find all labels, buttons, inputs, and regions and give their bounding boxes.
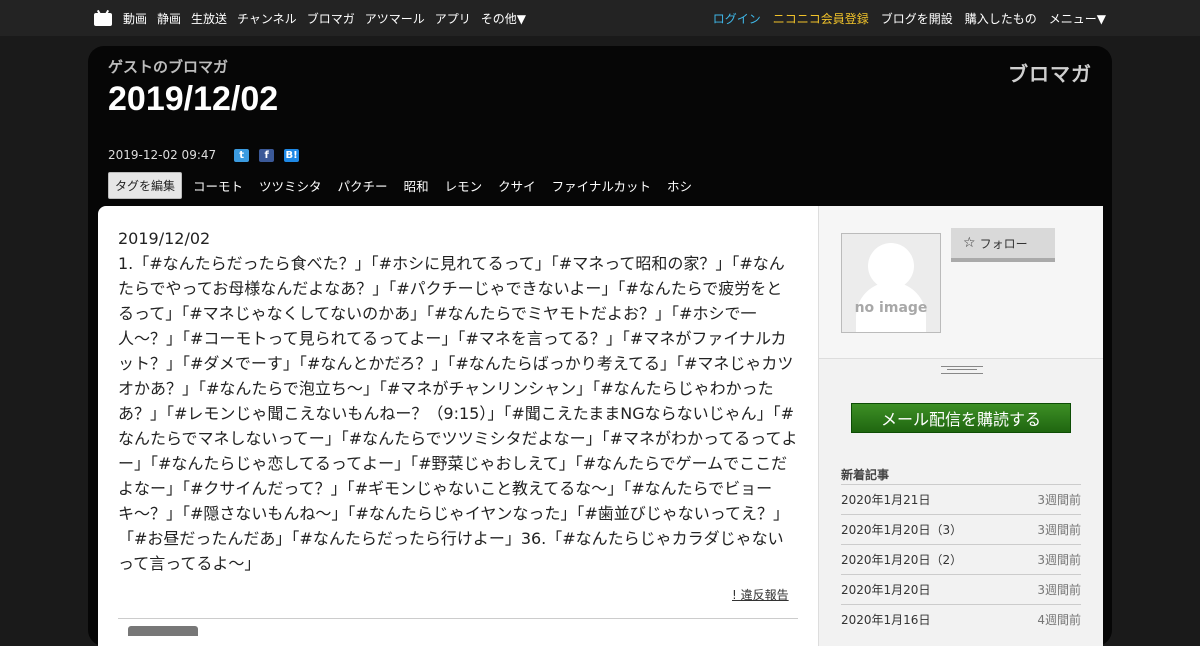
register-link[interactable]: ニコニコ会員登録 [773, 10, 869, 27]
login-link[interactable]: ログイン [713, 10, 761, 27]
recent-time: 3週間前 [1037, 523, 1081, 537]
nav-other-dropdown[interactable]: その他▼ [481, 10, 526, 27]
article-text: 1.「#なんたらだったら食べた？」「#ホシに見れてるって」「#マネって昭和の家？… [118, 254, 798, 573]
recent-title[interactable]: 2020年1月16日 [841, 611, 930, 628]
tag-link[interactable]: ホシ [667, 176, 692, 195]
nav-right: ログイン ニコニコ会員登録 ブログを開設 購入したもの メニュー▼ [701, 10, 1106, 27]
article-content: 2019/12/02 1.「#なんたらだったら食べた？」「#ホシに見れてるって」… [98, 206, 818, 646]
nav-app[interactable]: アプリ [435, 10, 471, 27]
recent-title[interactable]: 2020年1月21日 [841, 491, 930, 508]
follow-label: フォロー [979, 236, 1028, 251]
recent-title[interactable]: 2020年1月20日（3） [841, 521, 962, 538]
follow-button[interactable]: ☆ フォロー [951, 228, 1055, 262]
subscribe-button[interactable]: メール配信を購読する [851, 403, 1071, 433]
nav-seiga[interactable]: 静画 [157, 10, 181, 27]
list-item[interactable]: 2020年1月21日 3週間前 [841, 484, 1081, 514]
nav-live[interactable]: 生放送 [191, 10, 227, 27]
blomaga-logo[interactable]: ブロマガ [1008, 58, 1092, 87]
nav-blomaga[interactable]: ブロマガ [307, 10, 355, 27]
recent-time: 3週間前 [1037, 553, 1081, 567]
recent-articles-list: 2020年1月21日 3週間前 2020年1月20日（3） 3週間前 2020年… [841, 484, 1081, 634]
purchased-link[interactable]: 購入したもの [965, 10, 1037, 27]
tag-link[interactable]: コーモト [193, 176, 243, 195]
tag-link[interactable]: ツツミシタ [259, 176, 322, 195]
recent-time: 3週間前 [1037, 493, 1081, 507]
menu-dropdown[interactable]: メニュー▼ [1049, 10, 1106, 27]
recent-time: 4週間前 [1037, 613, 1081, 627]
footer-button[interactable] [128, 626, 198, 636]
recent-time: 3週間前 [1037, 583, 1081, 597]
tag-bar: タグを編集 コーモト ツツミシタ パクチー 昭和 レモン クサイ ファイナルカッ… [108, 172, 708, 199]
article-date-line: 2019/12/02 [118, 229, 211, 248]
open-blog-link[interactable]: ブログを開設 [881, 10, 953, 27]
avatar-head-icon [868, 243, 914, 289]
nav-atsumaru[interactable]: アツマール [365, 10, 425, 27]
recent-title[interactable]: 2020年1月20日 [841, 581, 930, 598]
blog-name[interactable]: ゲストのブロマガ [108, 56, 228, 77]
article-title: 2019/12/02 [108, 80, 279, 118]
article-meta: 2019-12-02 09:47 t f B! [108, 148, 309, 162]
nav-left: 動画 静画 生放送 チャンネル ブロマガ アツマール アプリ その他▼ [123, 10, 536, 27]
tag-link[interactable]: クサイ [498, 176, 536, 195]
edit-tags-button[interactable]: タグを編集 [108, 172, 183, 199]
nav-channel[interactable]: チャンネル [237, 10, 297, 27]
post-datetime: 2019-12-02 09:47 [108, 148, 217, 162]
facebook-icon[interactable]: f [259, 148, 275, 162]
hatena-bookmark-icon[interactable]: B! [284, 148, 300, 162]
no-image-label: no image [854, 300, 928, 316]
article-body: 2019/12/02 1.「#なんたらだったら食べた？」「#ホシに見れてるって」… [118, 226, 798, 576]
resize-grip-icon[interactable] [941, 366, 983, 374]
list-item[interactable]: 2020年1月20日（2） 3週間前 [841, 544, 1081, 574]
list-item[interactable]: 2020年1月20日（3） 3週間前 [841, 514, 1081, 544]
sidebar: no image ☆ フォロー メール配信を購読する 新着記事 2020年1月2… [818, 206, 1103, 646]
star-icon: ☆ [963, 235, 976, 251]
twitter-icon[interactable]: t [234, 148, 250, 162]
top-nav-bar: 動画 静画 生放送 チャンネル ブロマガ アツマール アプリ その他▼ ログイン… [0, 0, 1200, 36]
tag-link[interactable]: レモン [445, 176, 483, 195]
tag-link[interactable]: 昭和 [404, 176, 429, 195]
niconico-tv-icon[interactable] [94, 9, 112, 26]
tag-link[interactable]: パクチー [338, 176, 388, 195]
top-nav-inner: 動画 静画 生放送 チャンネル ブロマガ アツマール アプリ その他▼ ログイン… [94, 0, 1106, 36]
divider [118, 618, 798, 619]
list-item[interactable]: 2020年1月20日 3週間前 [841, 574, 1081, 604]
profile-box: no image ☆ フォロー [819, 206, 1103, 359]
report-link[interactable]: ! 違反報告 [732, 586, 789, 603]
recent-articles-heading: 新着記事 [841, 468, 890, 482]
tag-link[interactable]: ファイナルカット [552, 176, 651, 195]
avatar[interactable]: no image [841, 233, 941, 333]
nav-video[interactable]: 動画 [123, 10, 147, 27]
recent-title[interactable]: 2020年1月20日（2） [841, 551, 962, 568]
